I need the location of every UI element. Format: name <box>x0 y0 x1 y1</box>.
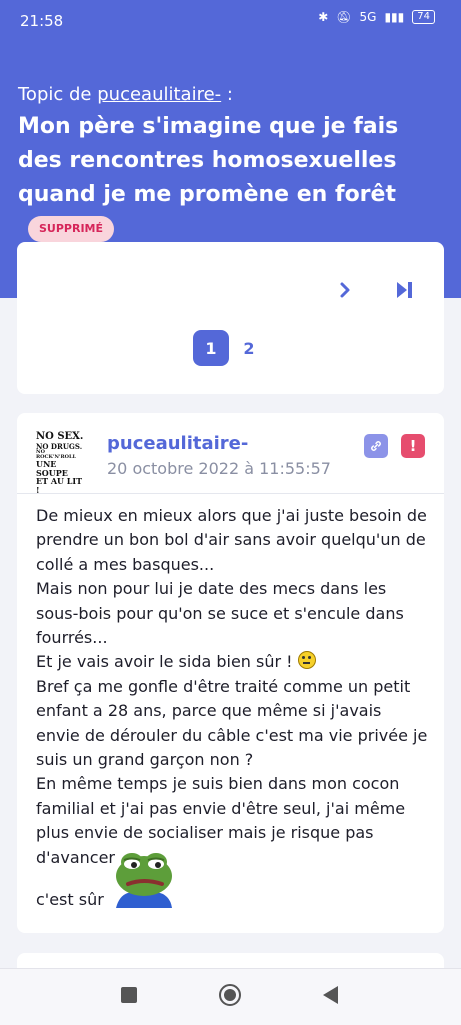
topic-prefix-label: Topic de <box>18 84 92 105</box>
post-divider <box>17 493 444 494</box>
signal-icon: ▮▮▮ <box>384 10 405 24</box>
post-line: De mieux en mieux alors que j'ai juste b… <box>36 506 427 574</box>
sad-frog-sticker <box>116 853 172 908</box>
topic-title-text: Mon père s'imagine que je fais des renco… <box>18 114 399 207</box>
battery-icon: 74 <box>412 10 435 24</box>
last-page-icon[interactable] <box>392 278 416 302</box>
post-line: Mais non pour lui je date des mecs dans … <box>36 579 404 648</box>
post-last-line: c'est sûr <box>36 890 104 909</box>
topic-title: Mon père s'imagine que je fais des renco… <box>18 110 443 246</box>
back-icon[interactable] <box>320 984 340 1006</box>
bluetooth-icon: ✱ <box>318 10 329 24</box>
post-body: De mieux en mieux alors que j'ai juste b… <box>36 504 428 870</box>
smiley-icon <box>297 651 316 670</box>
status-bar: 21:58 ✱ 🔕︎ 5G ▮▮▮ 74 <box>0 0 461 42</box>
recent-apps-icon[interactable] <box>121 987 137 1003</box>
post-line: Et je vais avoir le sida bien sûr ! <box>36 650 428 674</box>
home-icon[interactable] <box>218 983 242 1007</box>
avatar[interactable]: NO SEX. NO DRUGS. NO ROCK'N'ROLL UNE SOU… <box>36 431 86 494</box>
post-line: En même temps je suis bien dans mon coco… <box>36 774 406 867</box>
network-label: 5G <box>359 10 377 24</box>
post-date: 20 octobre 2022 à 11:55:57 <box>107 459 331 478</box>
post-line: Bref ça me gonfle d'être traité comme un… <box>36 676 428 770</box>
pagination-card <box>17 242 444 394</box>
link-icon[interactable] <box>364 434 388 458</box>
status-icons: ✱ 🔕︎ 5G ▮▮▮ 74 <box>318 10 435 24</box>
report-icon[interactable]: ! <box>401 434 425 458</box>
mute-icon: 🔕︎ <box>336 10 352 24</box>
deleted-badge: SUPPRIMÉ <box>28 216 115 242</box>
topic-prefix-colon: : <box>226 84 233 105</box>
page-1-button[interactable]: 1 <box>193 330 229 366</box>
post-author[interactable]: puceaulitaire- <box>107 433 248 454</box>
status-time: 21:58 <box>20 12 64 30</box>
topic-author-link[interactable]: puceaulitaire- <box>97 84 221 105</box>
page-2-button[interactable]: 2 <box>231 330 267 366</box>
topic-prefix: Topic de puceaulitaire- : <box>18 84 233 105</box>
next-page-icon[interactable] <box>333 278 357 302</box>
